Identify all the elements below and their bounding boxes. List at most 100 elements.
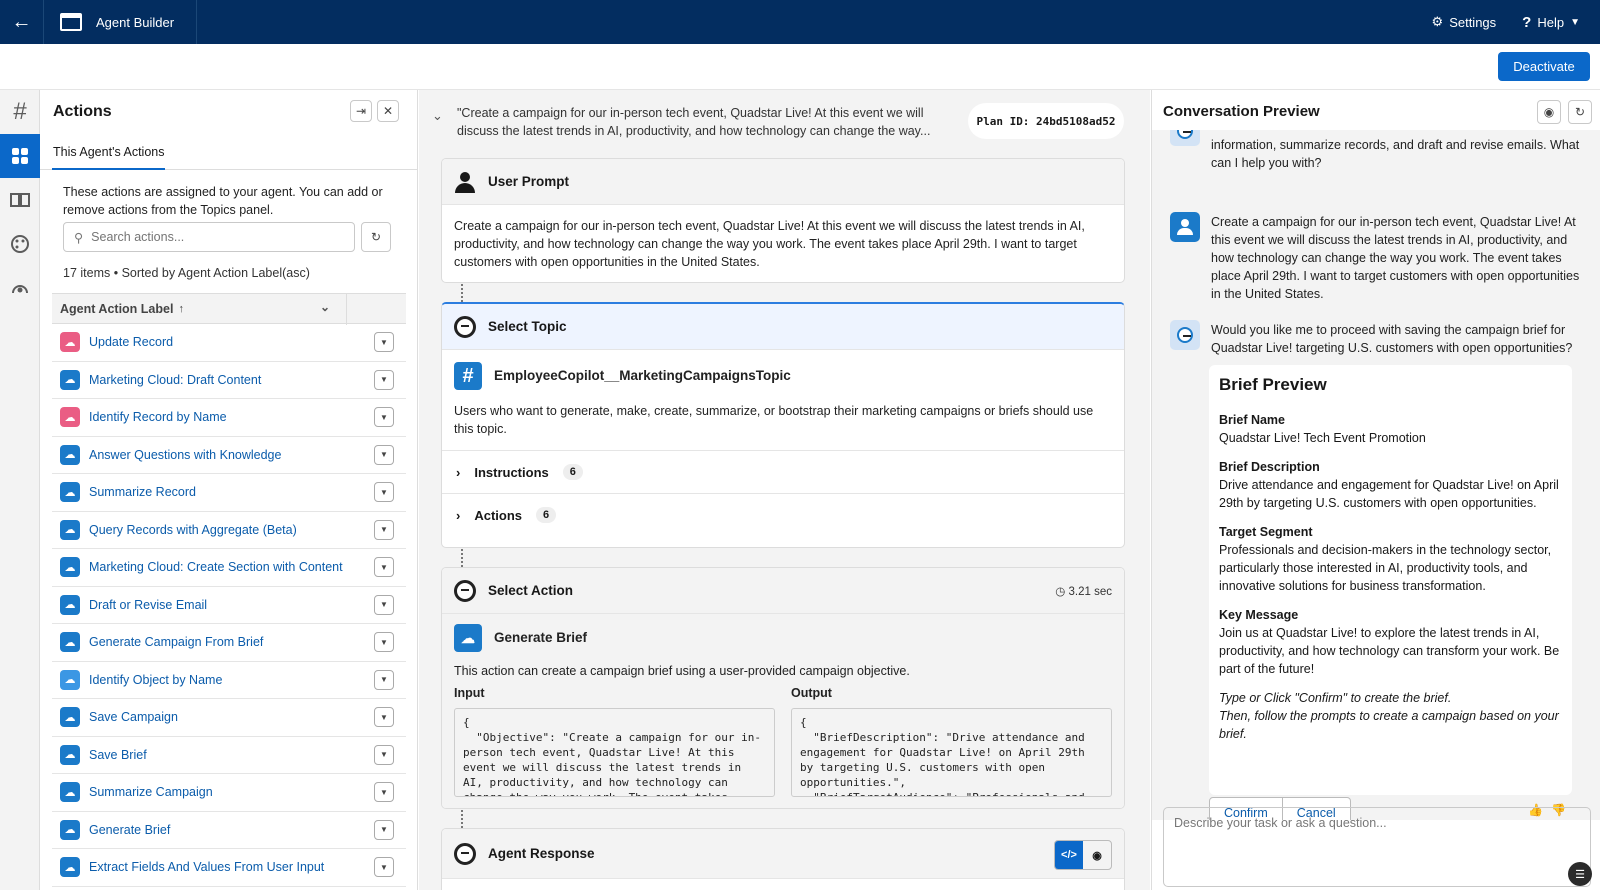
row-menu-button[interactable]: ▼ xyxy=(374,407,394,428)
row-menu-button[interactable]: ▼ xyxy=(374,857,394,878)
user-message: Create a campaign for our in-person tech… xyxy=(1211,215,1580,301)
key-message-label: Key Message xyxy=(1219,608,1299,622)
action-type-icon: ☁ xyxy=(60,857,80,878)
deactivate-button[interactable]: Deactivate xyxy=(1498,52,1590,81)
action-link[interactable]: Generate Brief xyxy=(89,823,170,837)
actions-label: Actions xyxy=(474,507,523,523)
refresh-icon: ↻ xyxy=(370,230,382,244)
chat-options-icon[interactable]: ☰ xyxy=(1568,862,1592,886)
action-link[interactable]: Save Brief xyxy=(89,748,147,762)
preview-view-button[interactable]: ◉ xyxy=(1083,841,1111,869)
user-prompt-header: User Prompt xyxy=(442,159,1124,205)
refresh-button[interactable]: ↻ xyxy=(361,222,391,252)
search-input[interactable] xyxy=(91,230,332,244)
hide-preview-button[interactable]: ◉ xyxy=(1537,100,1561,124)
instructions-label: Instructions xyxy=(474,464,549,480)
row-menu-button[interactable]: ▼ xyxy=(374,332,394,353)
library-rail-button[interactable] xyxy=(0,178,40,222)
action-row: ☁ Query Records with Aggregate (Beta) ▼ xyxy=(52,512,406,549)
bot-avatar-icon xyxy=(1170,130,1200,146)
action-link[interactable]: Draft or Revise Email xyxy=(89,598,207,612)
brief-description-value: Drive attendance and engagement for Quad… xyxy=(1219,478,1559,510)
header-divider xyxy=(196,0,197,44)
instructions-expander[interactable]: › Instructions 6 xyxy=(442,450,1124,493)
close-panel-button[interactable]: ✕ xyxy=(377,100,399,122)
row-menu-button[interactable]: ▼ xyxy=(374,444,394,465)
input-json[interactable]: { "Objective": "Create a campaign for ou… xyxy=(454,708,775,797)
action-link[interactable]: Generate Campaign From Brief xyxy=(89,635,263,649)
actions-rail-button[interactable] xyxy=(0,134,40,178)
io-section: Input { "Objective": "Create a campaign … xyxy=(454,684,1112,797)
back-button[interactable]: ← xyxy=(0,0,44,44)
row-menu-button[interactable]: ▼ xyxy=(374,482,394,503)
user-avatar-icon xyxy=(1170,212,1200,242)
search-icon: ⚲ xyxy=(74,230,84,245)
agent-builder-icon xyxy=(60,13,82,31)
action-link[interactable]: Marketing Cloud: Draft Content xyxy=(89,373,261,387)
action-link[interactable]: Identify Object by Name xyxy=(89,673,222,687)
key-message-value: Join us at Quadstar Live! to explore the… xyxy=(1219,626,1560,676)
row-menu-button[interactable]: ▼ xyxy=(374,744,394,765)
output-json[interactable]: { "BriefDescription": "Drive attendance … xyxy=(791,708,1112,797)
action-link[interactable]: Update Record xyxy=(89,335,173,349)
row-menu-button[interactable]: ▼ xyxy=(374,707,394,728)
row-menu-button[interactable]: ▼ xyxy=(374,594,394,615)
action-link[interactable]: Query Records with Aggregate (Beta) xyxy=(89,523,297,537)
agent-response-header[interactable]: Agent Response </> ◉ xyxy=(442,829,1124,879)
select-action-header[interactable]: Select Action ◷ 3.21 sec xyxy=(442,568,1124,614)
analytics-rail-button[interactable] xyxy=(0,266,40,310)
action-link[interactable]: Summarize Record xyxy=(89,485,196,499)
palette-icon xyxy=(11,235,29,253)
row-menu-button[interactable]: ▼ xyxy=(374,557,394,578)
row-menu-button[interactable]: ▼ xyxy=(374,519,394,540)
column-header[interactable]: Agent Action Label ↑ ⌄ xyxy=(52,293,406,325)
settings-button[interactable]: ⚙ Settings xyxy=(1432,14,1497,30)
select-action-body: ☁ Generate Brief This action can create … xyxy=(442,614,1124,808)
action-type-icon: ☁ xyxy=(60,744,80,765)
brief-instruction-1: Type or Click "Confirm" to create the br… xyxy=(1219,691,1452,705)
action-link[interactable]: Identify Record by Name xyxy=(89,410,227,424)
action-link[interactable]: Save Campaign xyxy=(89,710,178,724)
action-link[interactable]: Summarize Campaign xyxy=(89,785,213,799)
refresh-conversation-button[interactable]: ↻ xyxy=(1568,100,1592,124)
step-connector xyxy=(461,284,463,302)
row-menu-button[interactable]: ▼ xyxy=(374,369,394,390)
topics-rail-button[interactable]: # xyxy=(0,90,40,134)
chevron-down-icon[interactable]: ⌄ xyxy=(432,108,443,124)
help-button[interactable]: ? Help ▼ xyxy=(1522,14,1580,31)
hash-icon: # xyxy=(13,98,27,125)
chevron-down-icon[interactable]: ⌄ xyxy=(320,300,330,314)
action-link[interactable]: Extract Fields And Values From User Inpu… xyxy=(89,860,324,874)
palette-rail-button[interactable] xyxy=(0,222,40,266)
target-segment-value: Professionals and decision-makers in the… xyxy=(1219,543,1552,593)
select-topic-header[interactable]: Select Topic xyxy=(442,304,1124,350)
step-connector xyxy=(461,810,463,828)
chat-input[interactable]: Describe your task or ask a question... xyxy=(1163,807,1591,887)
brief-name-label: Brief Name xyxy=(1219,413,1285,427)
row-menu-button[interactable]: ▼ xyxy=(374,782,394,803)
collapse-panel-button[interactable]: ⇥ xyxy=(350,100,372,122)
refresh-icon: ↻ xyxy=(1574,105,1586,119)
back-arrow-icon: ← xyxy=(11,10,32,33)
actions-description: These actions are assigned to your agent… xyxy=(63,185,383,217)
code-view-button[interactable]: </> xyxy=(1055,841,1083,869)
agent-response-card: Agent Response </> ◉ xyxy=(441,828,1125,890)
row-menu-button[interactable]: ▼ xyxy=(374,819,394,840)
target-segment-label: Target Segment xyxy=(1219,525,1313,539)
action-link[interactable]: Answer Questions with Knowledge xyxy=(89,448,281,462)
row-menu-button[interactable]: ▼ xyxy=(374,632,394,653)
select-action-card: Select Action ◷ 3.21 sec ☁ Generate Brie… xyxy=(441,567,1125,809)
library-icon xyxy=(10,193,30,207)
user-icon xyxy=(454,171,476,193)
row-menu-button[interactable]: ▼ xyxy=(374,669,394,690)
brief-instruction-2: Then, follow the prompts to create a cam… xyxy=(1219,709,1559,741)
tab-this-agents-actions[interactable]: This Agent's Actions xyxy=(52,134,166,170)
actions-tabs: This Agent's Actions xyxy=(40,134,417,170)
user-prompt-title: User Prompt xyxy=(488,174,570,189)
app-title: Agent Builder xyxy=(96,14,175,30)
input-section: Input { "Objective": "Create a campaign … xyxy=(454,684,775,797)
action-link[interactable]: Marketing Cloud: Create Section with Con… xyxy=(89,560,343,574)
cloud-icon: ☁ xyxy=(454,624,482,652)
actions-expander[interactable]: › Actions 6 xyxy=(442,493,1124,536)
select-topic-body: # EmployeeCopilot__MarketingCampaignsTop… xyxy=(442,350,1124,450)
